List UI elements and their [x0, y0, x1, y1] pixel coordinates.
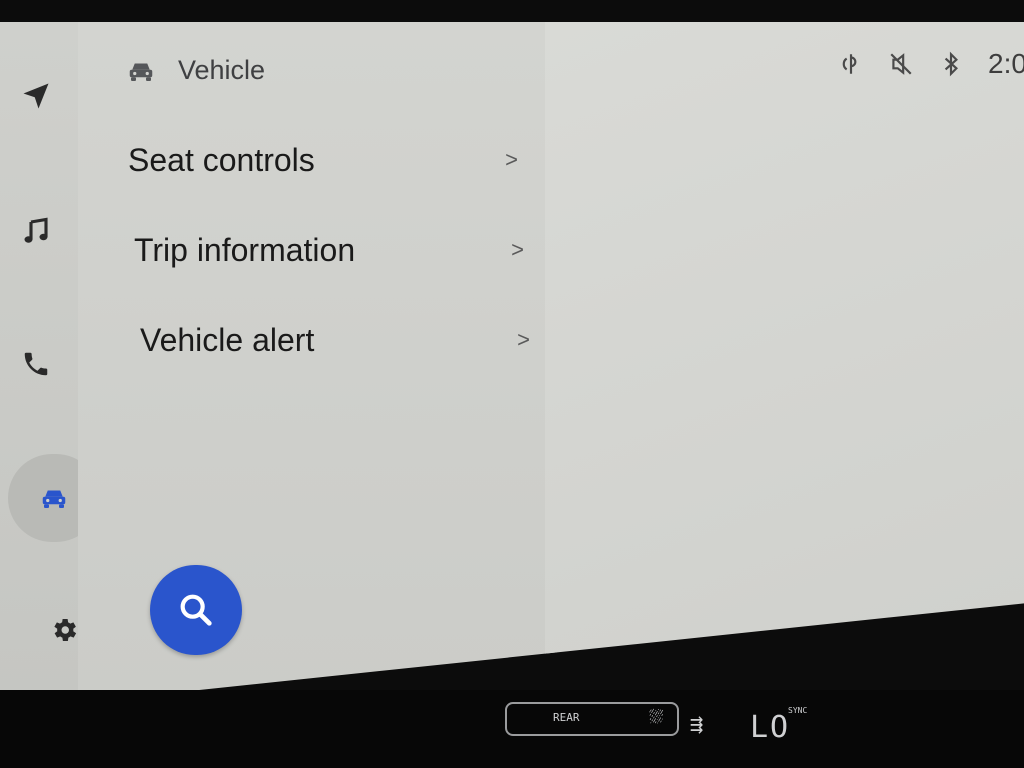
status-bar: 2:0 — [838, 48, 1024, 80]
menu-item-trip-information[interactable]: Trip information > — [134, 222, 524, 278]
navigation-arrow-icon — [23, 83, 49, 109]
content-area: 2:0 — [545, 22, 1024, 698]
seat-heat-icon: ⛆ — [649, 707, 664, 728]
menu-item-seat-controls[interactable]: Seat controls > — [128, 132, 518, 188]
vehicle-menu-panel: Vehicle Seat controls > Trip information… — [78, 22, 556, 698]
menu-item-label: Seat controls — [128, 141, 315, 178]
search-icon — [180, 594, 212, 626]
rail-item-phone[interactable] — [16, 344, 56, 384]
car-icon — [42, 490, 66, 508]
rail-item-vehicle[interactable] — [34, 478, 74, 518]
hvac-bezel: REAR ⛆ ⇶ LO SYNC — [0, 690, 1024, 768]
chevron-right-icon: > — [517, 327, 530, 352]
clock: 2:0 — [988, 48, 1024, 79]
rail-item-navigation[interactable] — [16, 76, 56, 116]
chevron-right-icon: > — [511, 237, 524, 262]
menu-item-label: Trip information — [134, 231, 356, 268]
phone-icon — [24, 352, 48, 376]
mute-icon — [890, 53, 912, 75]
gear-icon — [54, 619, 77, 641]
chevron-right-icon: > — [505, 147, 518, 172]
music-note-icon — [24, 217, 48, 243]
panel-header: Vehicle — [124, 55, 265, 86]
wireless-charging-icon — [842, 54, 857, 74]
temperature-display: LO — [750, 710, 791, 745]
sync-label: SYNC — [788, 706, 808, 715]
infotainment-screen: Vehicle Seat controls > Trip information… — [0, 22, 1024, 698]
rail-item-media[interactable] — [16, 212, 56, 252]
airflow-icon: ⇶ — [690, 712, 704, 737]
menu-item-vehicle-alert[interactable]: Vehicle alert > — [140, 312, 530, 368]
car-icon — [129, 63, 153, 81]
menu-item-label: Vehicle alert — [140, 321, 315, 358]
rear-label: REAR — [553, 711, 580, 724]
search-button[interactable] — [150, 565, 242, 655]
rear-defrost-button[interactable]: REAR ⛆ — [505, 702, 679, 736]
page-title: Vehicle — [178, 55, 266, 85]
bluetooth-icon — [944, 51, 958, 77]
